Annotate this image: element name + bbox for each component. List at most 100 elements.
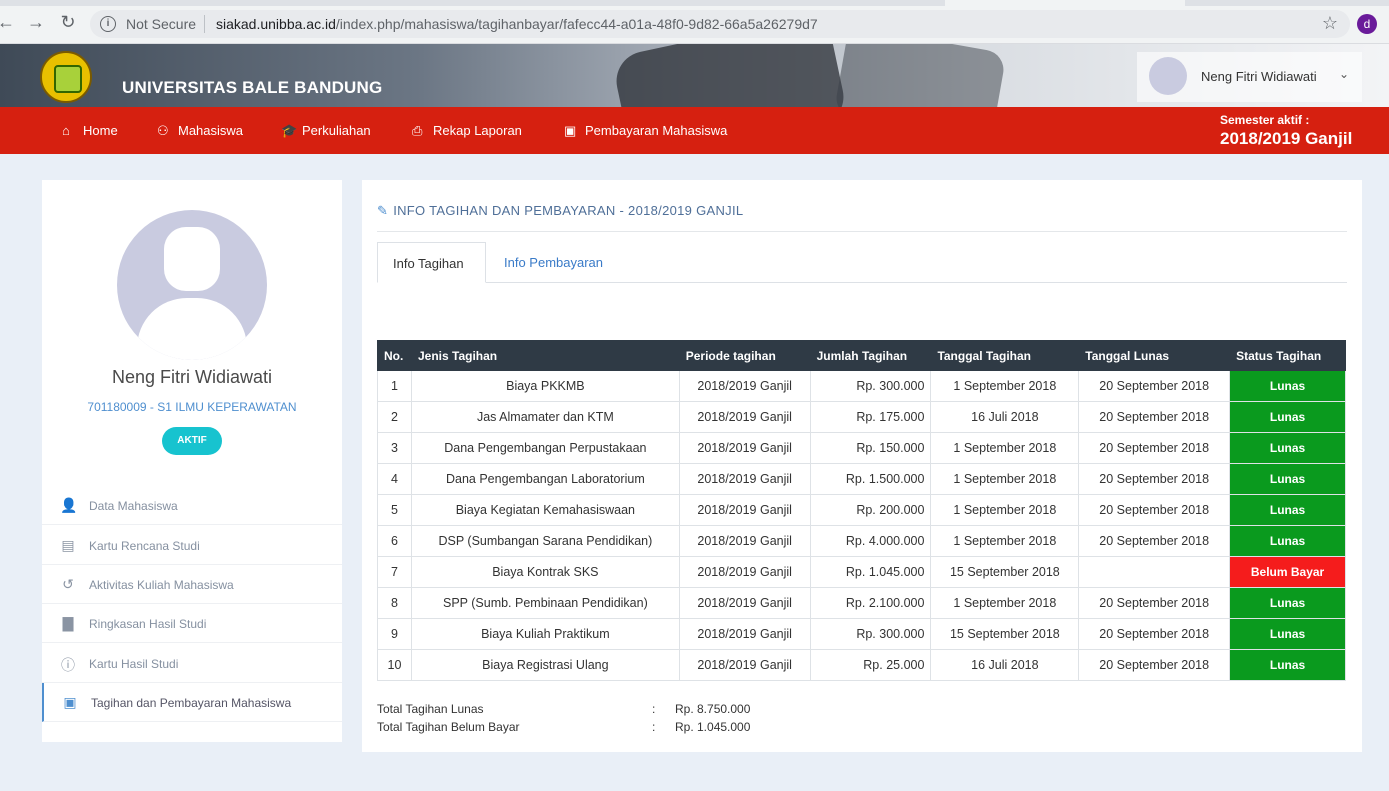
row-number-cell: 8 [377, 587, 412, 619]
total-label: Total Tagihan Lunas [377, 702, 484, 716]
table-row: 7 Biaya Kontrak SKS 2018/2019 Ganjil Rp. 1.… [377, 556, 1346, 588]
url-text[interactable]: siakad.unibba.ac.id/index.php/mahasiswa/… [216, 16, 818, 32]
row-number-cell: 9 [377, 618, 412, 650]
page-title: ✎ INFO TAGIHAN DAN PEMBAYARAN - 2018/2019… [377, 203, 743, 219]
status-tagihan-cell: Lunas [1229, 432, 1346, 464]
university-logo[interactable] [40, 51, 92, 103]
column-header: Jumlah Tagihan [809, 340, 932, 371]
nav-item-mahasiswa[interactable]: ⚇ Mahasiswa [157, 123, 243, 139]
tanggal-lunas-cell: 20 September 2018 [1078, 432, 1231, 464]
tanggal-tagihan-cell: 1 September 2018 [930, 463, 1080, 495]
money-icon: ▣ [63, 694, 77, 710]
status-tagihan-cell: Lunas [1229, 618, 1346, 650]
sidebar-item-krs[interactable]: ▤ Kartu Rencana Studi [42, 526, 342, 565]
user-name: Neng Fitri Widiawati [1201, 69, 1317, 84]
page-title-text: INFO TAGIHAN DAN PEMBAYARAN - 2018/2019 … [393, 203, 744, 218]
row-number-cell: 1 [377, 370, 412, 402]
periode-tagihan-cell: 2018/2019 Ganjil [678, 556, 811, 588]
jenis-tagihan-cell: SPP (Sumb. Pembinaan Pendidikan) [410, 587, 680, 619]
status-tagihan-cell: Lunas [1229, 463, 1346, 495]
nav-item-pembayaran[interactable]: ▣ Pembayaran Mahasiswa [564, 123, 727, 139]
tanggal-lunas-cell: 20 September 2018 [1078, 587, 1231, 619]
history-icon: ↺ [62, 576, 74, 592]
tanggal-lunas-cell: 20 September 2018 [1078, 494, 1231, 526]
tanggal-tagihan-cell: 1 September 2018 [930, 525, 1080, 557]
status-tagihan-cell: Lunas [1229, 401, 1346, 433]
url-path: /index.php/mahasiswa/tagihanbayar/fafecc… [335, 16, 818, 32]
home-icon: ⌂ [62, 123, 70, 138]
main-navigation: ⌂ Home ⚇ Mahasiswa 🎓 Perkuliahan ⎙ Rekap Lap… [0, 107, 1389, 154]
info-icon[interactable]: i [100, 16, 116, 32]
column-header: No. [377, 340, 412, 371]
nav-label: Rekap Laporan [433, 123, 522, 138]
avatar [1149, 57, 1187, 95]
jumlah-tagihan-cell: Rp. 25.000 [809, 649, 932, 681]
divider [377, 231, 1347, 232]
reload-icon[interactable]: ↻ [58, 12, 78, 32]
address-bar[interactable]: i Not Secure siakad.unibba.ac.id/index.p… [90, 10, 1350, 38]
nav-item-home[interactable]: ⌂ Home [62, 123, 118, 138]
tanggal-tagihan-cell: 1 September 2018 [930, 370, 1080, 402]
nav-item-rekap-laporan[interactable]: ⎙ Rekap Laporan [412, 123, 522, 139]
browser-toolbar: ← → ↻ i Not Secure siakad.unibba.ac.id/i… [0, 0, 1389, 44]
table-row: 9 Biaya Kuliah Praktikum 2018/2019 Ganjil R… [377, 618, 1346, 650]
header-background-image [833, 44, 1007, 107]
status-tagihan-cell: Belum Bayar [1229, 556, 1346, 588]
bookmark-star-icon[interactable]: ☆ [1322, 13, 1338, 34]
user-icon: 👤 [60, 497, 78, 513]
column-header: Status Tagihan [1229, 340, 1346, 371]
security-label: Not Secure [126, 16, 197, 32]
jenis-tagihan-cell: Biaya Registrasi Ulang [410, 649, 680, 681]
table-row: 2 Jas Almamater dan KTM 2018/2019 Ganjil Rp… [377, 401, 1346, 433]
row-number-cell: 7 [377, 556, 412, 588]
sidebar-item-tagihan[interactable]: ▣ Tagihan dan Pembayaran Mahasiswa [42, 683, 342, 722]
table-row: 5 Biaya Kegiatan Kemahasiswaan 2018/2019 G… [377, 494, 1346, 526]
tanggal-lunas-cell: 20 September 2018 [1078, 401, 1231, 433]
status-tagihan-cell: Lunas [1229, 587, 1346, 619]
tanggal-lunas-cell: 20 September 2018 [1078, 618, 1231, 650]
tanggal-tagihan-cell: 1 September 2018 [930, 587, 1080, 619]
forward-icon[interactable]: → [26, 12, 46, 32]
sidebar-item-label: Aktivitas Kuliah Mahasiswa [89, 578, 234, 592]
separator: : [652, 702, 656, 716]
tab-info-tagihan[interactable]: Info Tagihan [377, 242, 486, 283]
sidebar-item-label: Data Mahasiswa [89, 499, 178, 513]
tanggal-lunas-cell: 20 September 2018 [1078, 525, 1231, 557]
university-name[interactable]: UNIVERSITAS BALE BANDUNG [122, 78, 382, 98]
profile-avatar [117, 210, 267, 360]
table-row: 4 Dana Pengembangan Laboratorium 2018/2019… [377, 463, 1346, 495]
periode-tagihan-cell: 2018/2019 Ganjil [678, 649, 811, 681]
active-semester: Semester aktif : 2018/2019 Ganjil [1220, 113, 1352, 149]
nav-item-perkuliahan[interactable]: 🎓 Perkuliahan [281, 123, 371, 139]
jumlah-tagihan-cell: Rp. 300.000 [809, 370, 932, 402]
sidebar-item-aktivitas[interactable]: ↺ Aktivitas Kuliah Mahasiswa [42, 565, 342, 604]
jenis-tagihan-cell: Biaya PKKMB [410, 370, 680, 402]
tab-info-pembayaran[interactable]: Info Pembayaran [489, 242, 618, 283]
tanggal-lunas-cell: 20 September 2018 [1078, 649, 1231, 681]
main-content: ✎ INFO TAGIHAN DAN PEMBAYARAN - 2018/2019… [362, 180, 1362, 752]
info-icon: ⓘ [61, 657, 75, 673]
periode-tagihan-cell: 2018/2019 Ganjil [678, 525, 811, 557]
row-number-cell: 10 [377, 649, 412, 681]
user-menu-dropdown[interactable]: Neng Fitri Widiawati ⌄ [1137, 52, 1362, 102]
tanggal-tagihan-cell: 1 September 2018 [930, 432, 1080, 464]
jumlah-tagihan-cell: Rp. 1.500.000 [809, 463, 932, 495]
jenis-tagihan-cell: Jas Almamater dan KTM [410, 401, 680, 433]
back-icon[interactable]: ← [0, 12, 16, 32]
header-background-image [610, 44, 850, 107]
jenis-tagihan-cell: Biaya Kuliah Praktikum [410, 618, 680, 650]
jenis-tagihan-cell: Dana Pengembangan Perpustakaan [410, 432, 680, 464]
nav-label: Pembayaran Mahasiswa [585, 123, 728, 138]
browser-profile-avatar[interactable]: d [1357, 14, 1377, 34]
sidebar-item-label: Ringkasan Hasil Studi [89, 617, 207, 631]
sidebar-item-data-mahasiswa[interactable]: 👤 Data Mahasiswa [42, 486, 342, 525]
separator: : [652, 720, 656, 734]
status-tagihan-cell: Lunas [1229, 370, 1346, 402]
sidebar-item-label: Kartu Rencana Studi [89, 539, 200, 553]
total-label: Total Tagihan Belum Bayar [377, 720, 520, 734]
sidebar-item-khs[interactable]: ⓘ Kartu Hasil Studi [42, 644, 342, 683]
sidebar-item-ringkasan[interactable]: ▇ Ringkasan Hasil Studi [42, 604, 342, 643]
chevron-down-icon: ⌄ [1339, 67, 1350, 81]
profile-id-prodi: 701180009 - S1 ILMU KEPERAWATAN [87, 400, 297, 414]
nav-label: Home [83, 123, 118, 138]
